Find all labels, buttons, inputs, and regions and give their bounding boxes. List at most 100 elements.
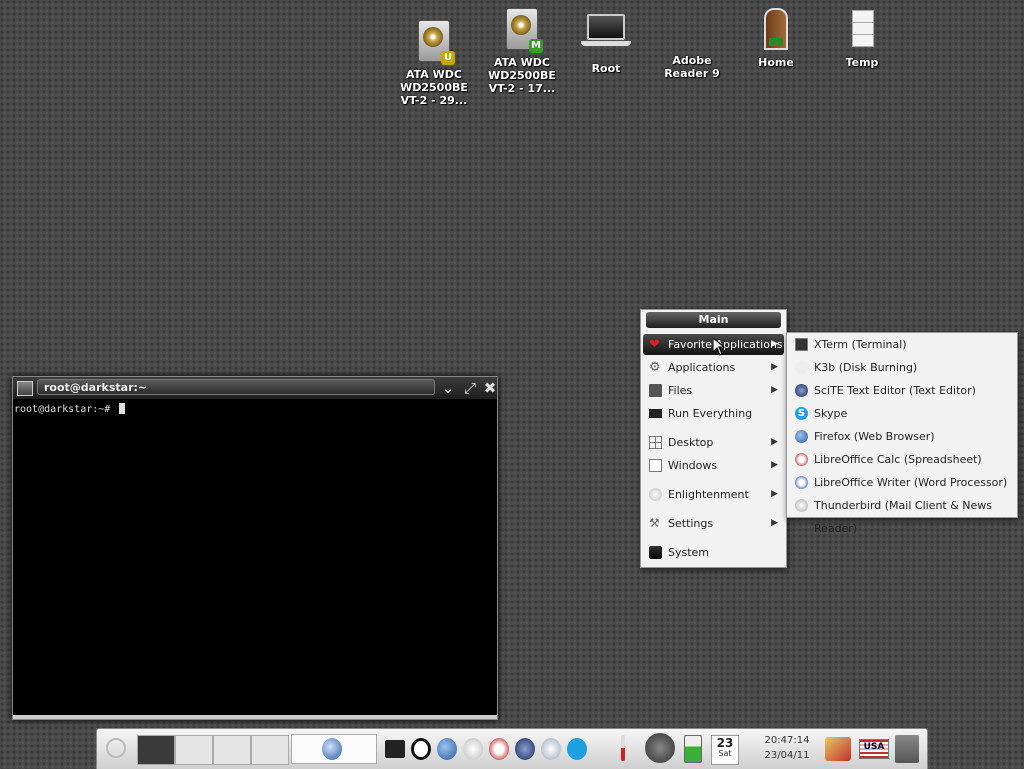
menu-item-settings[interactable]: ⚒ Settings ▶ (643, 513, 784, 534)
thermometer-icon (621, 735, 625, 761)
scite-launcher-icon[interactable] (515, 738, 535, 760)
desktop-icon-root[interactable]: Root (568, 6, 644, 75)
adobe-reader-icon (670, 6, 714, 50)
amarok-launcher-icon[interactable] (411, 738, 431, 760)
libreoffice-writer-icon (795, 476, 808, 489)
keyboard-layout-gadget[interactable]: USA (857, 729, 889, 769)
menu-item-label: LibreOffice Writer (Word Processor) (814, 476, 1008, 489)
laptop-icon (581, 14, 631, 46)
terminal-output[interactable]: root@darkstar:~# (13, 399, 497, 419)
close-icon[interactable]: ✖ (481, 379, 499, 397)
editor-launcher-icon[interactable] (463, 738, 483, 760)
clock-time: 20:47:14 (764, 735, 810, 746)
menu-item-label: Files (668, 384, 693, 397)
clock-date: 23/04/11 (764, 750, 810, 761)
systray-gadget[interactable] (821, 729, 855, 769)
skype-launcher-icon[interactable] (567, 738, 587, 760)
menu-item-windows[interactable]: Windows ▶ (643, 455, 784, 476)
calc-launcher-icon[interactable] (489, 738, 509, 760)
desktop-icon-label: Home (758, 56, 794, 69)
enlightenment-start-icon (106, 738, 126, 758)
gauge-icon (645, 733, 675, 763)
maximize-icon[interactable]: ⤢ (461, 379, 479, 397)
menu-item-label: Applications (668, 361, 736, 374)
menu-item-thunderbird[interactable]: Thunderbird (Mail Client & News Reader) (789, 494, 1015, 535)
wrench-icon: ⚒ (649, 516, 660, 530)
submenu-arrow-icon: ▶ (771, 339, 778, 349)
window-titlebar[interactable]: root@darkstar:~ ⌄ ⤢ ✖ (13, 377, 497, 399)
desktop-icon-adobe[interactable]: Adobe Reader 9 (654, 6, 730, 80)
desktop-icon-temp[interactable]: Temp (824, 6, 900, 69)
cpufreq-gadget[interactable] (643, 729, 677, 769)
menu-item-applications[interactable]: ⚙ Applications ▶ (643, 357, 784, 378)
home-door-icon (764, 8, 788, 50)
menu-item-xterm[interactable]: XTerm (Terminal) (789, 333, 1015, 356)
menu-item-label: Enlightenment (668, 488, 749, 501)
menu-item-skype[interactable]: S Skype (789, 402, 1015, 425)
menu-item-libreoffice-writer[interactable]: LibreOffice Writer (Word Processor) (789, 471, 1015, 494)
menu-item-label: XTerm (Terminal) (814, 338, 907, 351)
calendar-gadget[interactable]: 23 Sat (711, 735, 739, 765)
calendar-weekday: Sat (718, 749, 732, 758)
menu-item-libreoffice-calc[interactable]: LibreOffice Calc (Spreadsheet) (789, 448, 1015, 471)
thunderbird-launcher-icon[interactable] (541, 738, 561, 760)
pager[interactable] (137, 729, 289, 769)
menu-item-label: Firefox (Web Browser) (814, 430, 935, 443)
desktop-icon-label: Temp (845, 56, 879, 69)
menu-item-label: K3b (Disk Burning) (814, 361, 918, 374)
menu-item-label: System (668, 546, 710, 559)
menu-header: Main (646, 312, 781, 328)
clock-gadget[interactable]: 20:47:14 23/04/11 (761, 733, 813, 763)
terminal-app-icon[interactable] (17, 381, 33, 396)
desktop-icon-hdd2[interactable]: M ATA WDC WD2500BE VT-2 - 17... (484, 6, 560, 95)
submenu-arrow-icon: ▶ (771, 437, 778, 447)
pager-desk-4[interactable] (251, 735, 289, 765)
minimize-icon[interactable]: ⌄ (439, 379, 457, 397)
submenu-arrow-icon: ▶ (771, 460, 778, 470)
menu-item-run-everything[interactable]: Run Everything (643, 403, 784, 424)
menu-item-label: Desktop (668, 436, 714, 449)
menu-item-label: Run Everything (668, 407, 753, 420)
menu-item-k3b[interactable]: K3b (Disk Burning) (789, 356, 1015, 379)
menu-item-files[interactable]: Files ▶ (643, 380, 784, 401)
favorite-applications-submenu: XTerm (Terminal) K3b (Disk Burning) SciT… (786, 332, 1018, 535)
firefox-launcher-icon[interactable] (437, 738, 457, 760)
text-cursor (119, 403, 126, 414)
gear-icon: ⚙ (649, 360, 661, 375)
start-button[interactable] (103, 729, 129, 769)
hard-drive-icon: U (418, 20, 455, 65)
menu-item-label: Thunderbird (Mail Client & News Reader) (814, 499, 993, 535)
calendar-day: 23 (716, 736, 734, 750)
battery-gadget[interactable] (681, 729, 705, 769)
menu-item-system[interactable]: System (643, 542, 784, 563)
submenu-arrow-icon: ▶ (771, 518, 778, 528)
menu-item-label: Favorite Applications (668, 338, 783, 351)
scissors-tools-icon (825, 737, 851, 761)
window-bottom-border[interactable] (13, 715, 497, 719)
globe-icon[interactable] (322, 738, 342, 760)
menu-item-scite[interactable]: SciTE Text Editor (Text Editor) (789, 379, 1015, 402)
firefox-icon (795, 430, 808, 443)
skype-icon: S (795, 407, 808, 420)
pager-desk-3[interactable] (213, 735, 251, 765)
thunderbird-icon (795, 499, 808, 512)
folder-icon (649, 384, 662, 397)
menu-item-desktop[interactable]: Desktop ▶ (643, 432, 784, 453)
desktop-icon-home[interactable]: Home (738, 6, 814, 69)
desktop-icon-label: Root (591, 62, 621, 75)
desktop-icon-hdd1[interactable]: U ATA WDC WD2500BE VT-2 - 29... (396, 18, 472, 107)
submenu-arrow-icon: ▶ (771, 385, 778, 395)
desktop-icon-label: ATA WDC WD2500BE VT-2 - 17... (488, 56, 556, 95)
pager-desk-2[interactable] (175, 735, 213, 765)
pager-desk-1[interactable] (137, 735, 175, 765)
desktop-icon-label: Adobe Reader 9 (664, 54, 720, 80)
mixer-gadget[interactable] (893, 729, 921, 769)
terminal-window[interactable]: root@darkstar:~ ⌄ ⤢ ✖ root@darkstar:~# (12, 376, 498, 720)
menu-item-enlightenment[interactable]: Enlightenment ▶ (643, 484, 784, 505)
speaker-icon (895, 735, 919, 763)
desktop-grid-icon (649, 436, 662, 449)
thermometer-gadget[interactable] (617, 729, 629, 769)
menu-item-firefox[interactable]: Firefox (Web Browser) (789, 425, 1015, 448)
terminal-launcher-icon[interactable] (385, 740, 405, 758)
taskbar[interactable] (291, 734, 377, 764)
